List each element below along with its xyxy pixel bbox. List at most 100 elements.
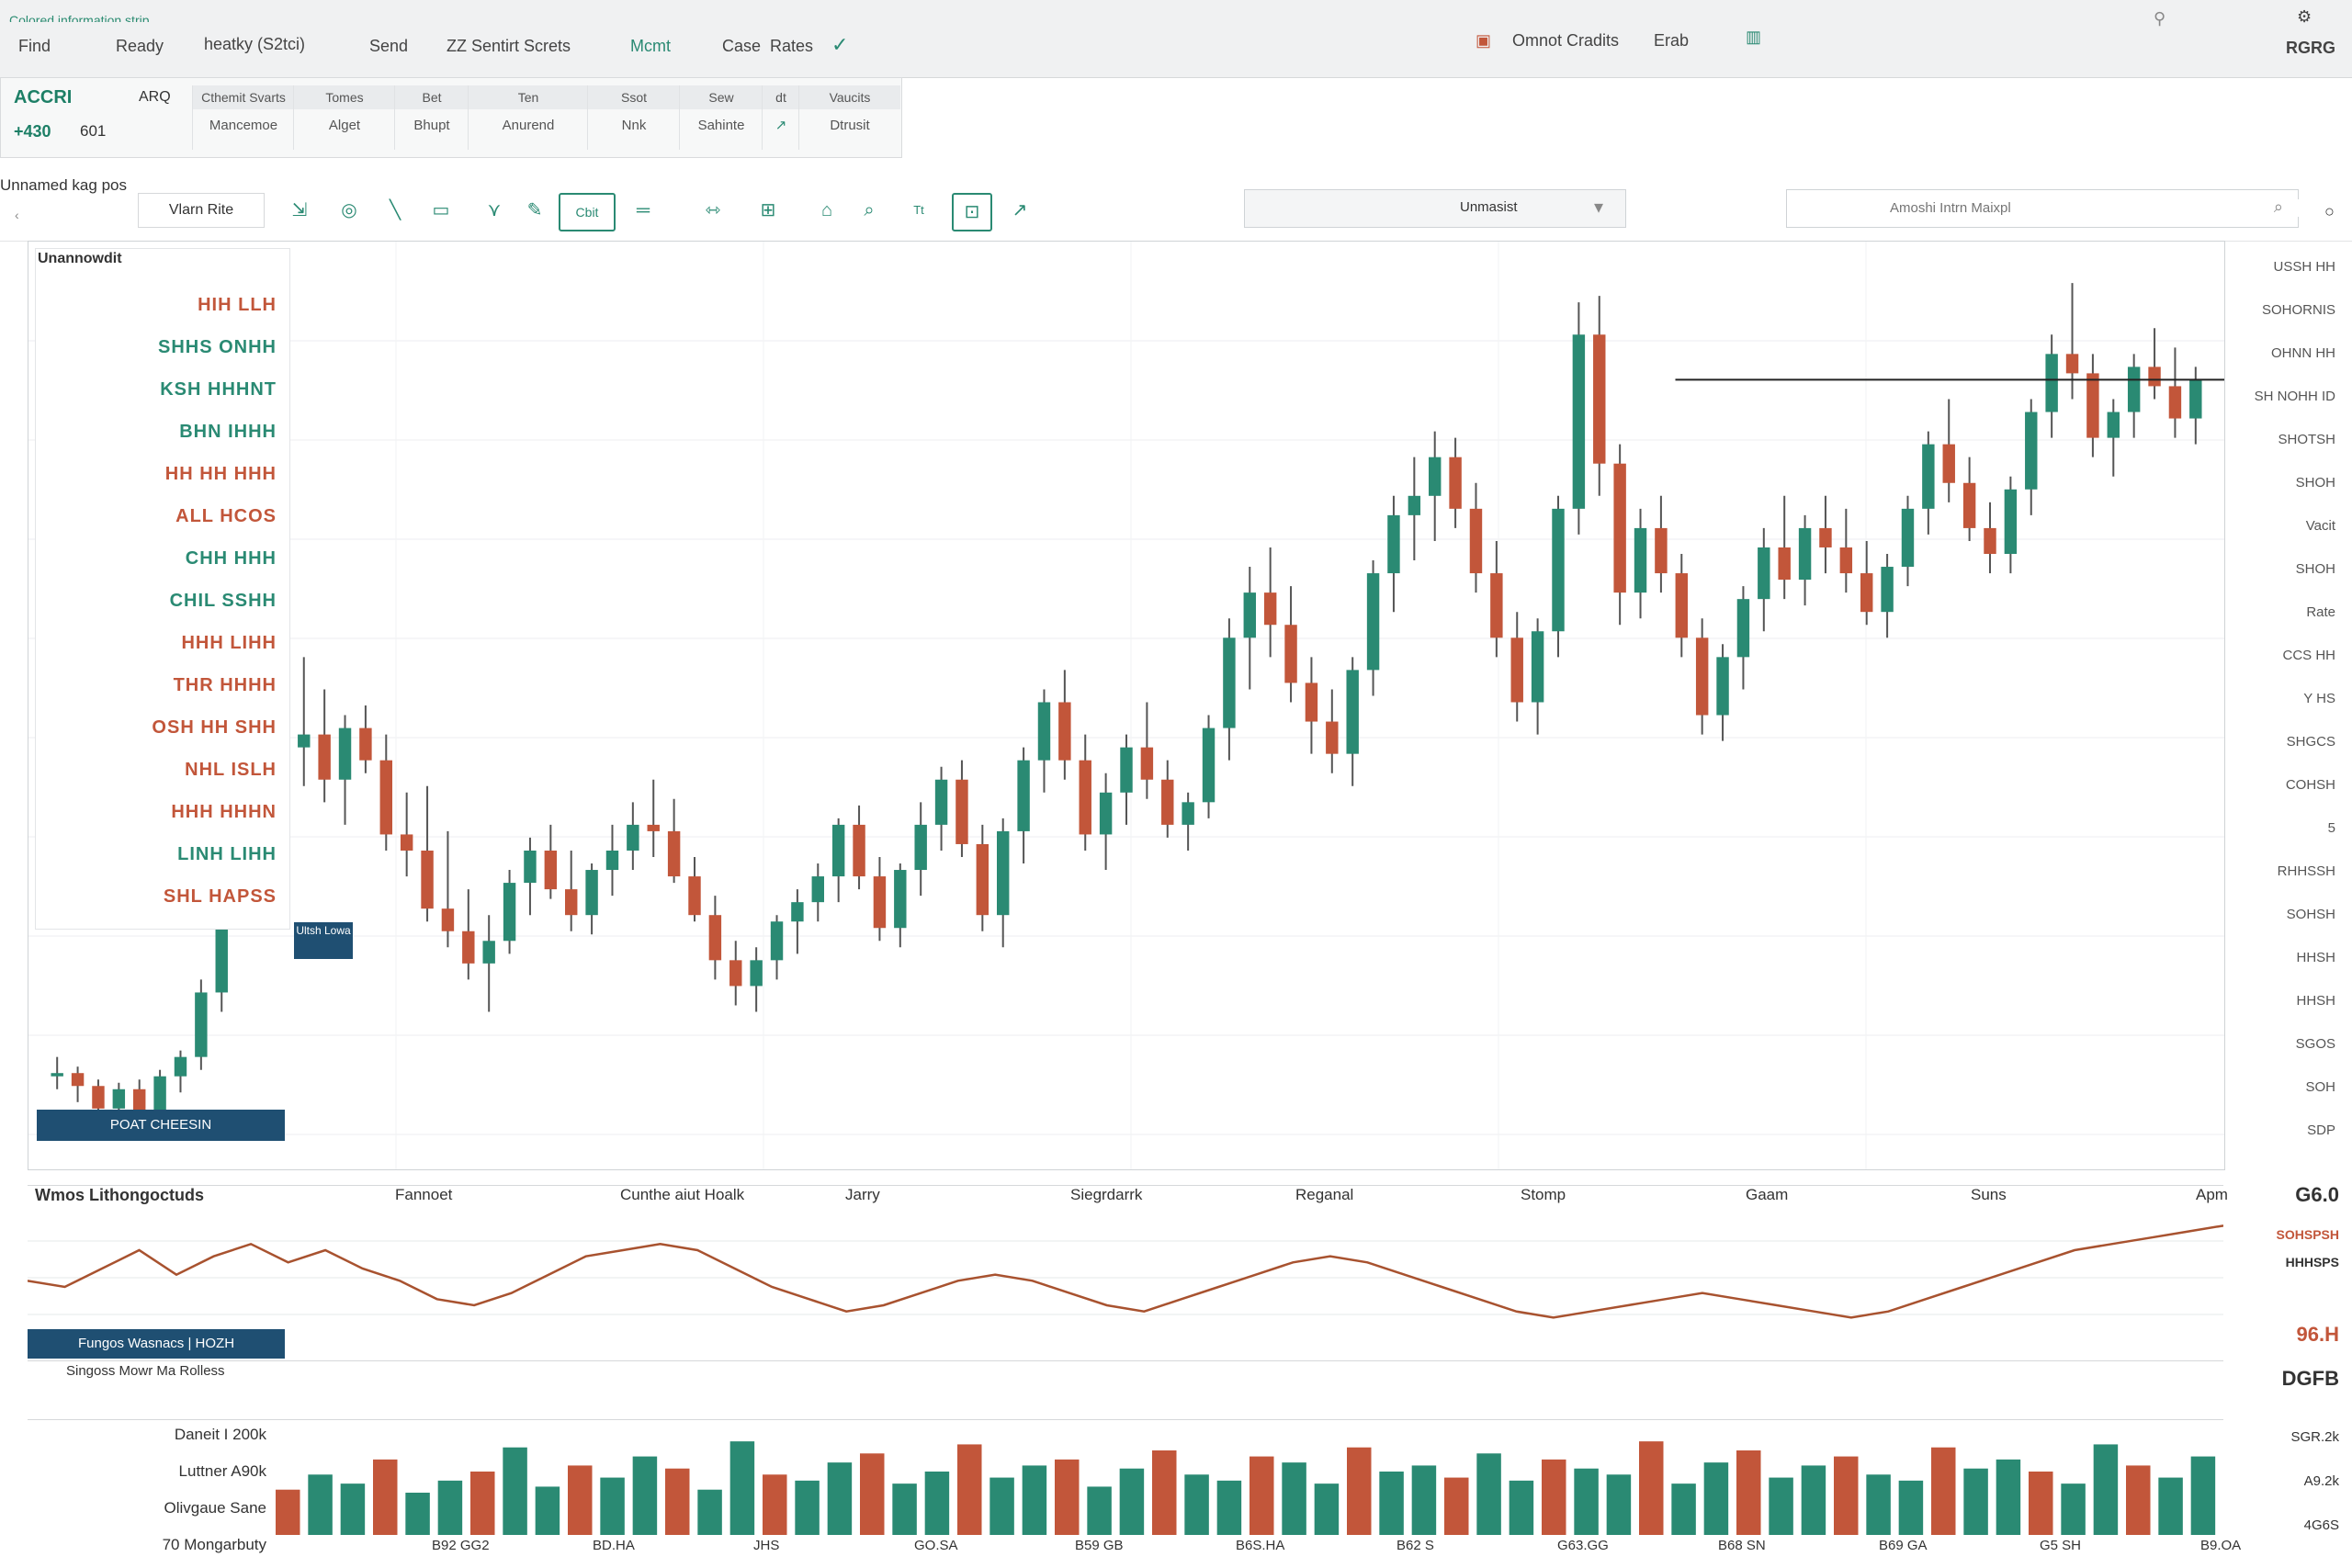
candle-body (2168, 386, 2182, 419)
candle-body (1223, 637, 1236, 728)
indicator-badge[interactable]: Fungos Wasnacs | HOZH (28, 1329, 285, 1359)
menu-mcmt[interactable]: Mcmt (630, 37, 671, 56)
candle-body (1798, 527, 1812, 581)
candlestick-chart[interactable] (28, 242, 2224, 1169)
collapse-icon[interactable]: ‹ (15, 208, 19, 222)
indicator-badge-left: Fungos Wasnacs (77, 1336, 185, 1351)
magnet-icon[interactable]: ⌕ (851, 193, 888, 228)
active-tool-button[interactable]: Cbit (559, 193, 616, 231)
crosshair-icon[interactable]: ◎ (331, 193, 368, 228)
candle-body (379, 760, 392, 835)
arrow-icon[interactable]: ↗ (1001, 193, 1038, 228)
candle-body (1490, 573, 1503, 638)
zoom-in-icon[interactable]: ⊞ (750, 193, 786, 228)
center-num[interactable]: Erab (1654, 31, 1689, 51)
menu-send[interactable]: Send (369, 37, 408, 56)
center-label[interactable]: Omnot Cradits (1512, 31, 1619, 51)
menu-find[interactable]: Find (18, 37, 51, 56)
indicator-line-chart (28, 1224, 2223, 1319)
menu-rates[interactable]: Rates (770, 37, 813, 56)
candle-body (1510, 637, 1523, 703)
menu-heatky[interactable]: heatky (S2tci) (204, 35, 305, 54)
volume-bar (1606, 1474, 1632, 1535)
symbol-search[interactable]: ⌕ (1786, 189, 2314, 228)
pin-icon[interactable]: ⚲ (2154, 9, 2165, 28)
search-input[interactable] (1888, 199, 2314, 217)
quote-col-6: dt ↗ (762, 85, 799, 150)
quote-col-0: Cthemit Svarts Mancemoe (192, 85, 294, 150)
pencil-icon[interactable]: ✎ (516, 193, 553, 228)
candle-body (1058, 702, 1071, 761)
candle-body (750, 960, 763, 987)
main-chart-area[interactable] (28, 241, 2225, 1170)
candle-body (338, 728, 352, 780)
candle-body (688, 876, 701, 916)
candle-body (1263, 592, 1277, 626)
volume-pane[interactable]: Daneit I 200k Luttner A90k Olivgaue Sane 70… (28, 1419, 2241, 1558)
volume-bar (1671, 1483, 1696, 1535)
volume-xtick: B59 GB (1075, 1538, 1124, 1553)
trend-line-icon[interactable]: ╲ (377, 193, 413, 228)
measure-icon[interactable]: ⇿ (695, 193, 731, 228)
menu-ready[interactable]: Ready (116, 37, 164, 56)
volume-bar (340, 1483, 366, 1535)
candle-body (831, 824, 845, 877)
settings-icon[interactable]: ⚙ (2297, 7, 2312, 27)
quote-col-1: Tomes Alget (293, 85, 395, 150)
candle-body (1984, 527, 1996, 554)
candle-body (605, 850, 619, 871)
bottom-badge[interactable]: POAT CHEESIN (37, 1110, 285, 1141)
quote-panel: ACCRI ARQ +430 601 Cthemit Svarts Mancemo… (0, 77, 902, 158)
volume-bar (405, 1493, 430, 1535)
candle-body (2086, 373, 2099, 438)
candle-body (1449, 457, 1462, 509)
volume-bar (1119, 1468, 1145, 1535)
indicator-label: Fannoet (395, 1186, 453, 1203)
drag-icon[interactable]: ⇲ (281, 193, 318, 228)
symbol[interactable]: ACCRI (14, 87, 72, 108)
volume-bar (276, 1489, 300, 1535)
volume-bar (1931, 1447, 1956, 1535)
indicator-label: Jarry (845, 1186, 880, 1203)
fib-icon[interactable]: ⋎ (476, 193, 513, 228)
indicator-pane[interactable]: Wmos Lithongoctuds Fannoet Cunthe aiut Ho… (28, 1185, 2228, 1361)
volume-bar (2126, 1465, 2151, 1535)
volume-bar (924, 1472, 950, 1535)
chart-icon[interactable]: ▥ (1746, 28, 1761, 47)
candle-body (1346, 670, 1359, 754)
menu-sentirt[interactable]: ZZ Sentirt Screts (447, 37, 571, 56)
tab-view[interactable]: Vlarn Rite (138, 193, 265, 228)
folder-icon[interactable]: ▣ (1476, 31, 1491, 51)
circle-icon[interactable]: ○ (2324, 202, 2335, 221)
volume-xtick: B69 GA (1879, 1538, 1928, 1553)
candle-body (894, 870, 907, 929)
volume-bar (1476, 1453, 1501, 1535)
legend-row: SHHS ONHH (157, 337, 277, 357)
volume-bar (1542, 1459, 1566, 1535)
indicator-note: Singoss Mowr Ma Rolless (66, 1363, 225, 1379)
search-icon[interactable]: ⌕ (2274, 197, 2283, 217)
ruler-icon[interactable]: ═ (625, 193, 662, 228)
rect-icon[interactable]: ▭ (423, 193, 459, 228)
brush-icon[interactable]: ⌂ (808, 193, 845, 228)
price-axis[interactable]: USSH HH SOHORNIS OHNN HH SH NOHH ID SHOTSH SH… (2222, 241, 2352, 1168)
timeframe-dropdown[interactable]: Unmasist ▾ (1244, 189, 1626, 228)
account-label[interactable]: RGRG (2286, 39, 2335, 58)
candle-body (914, 824, 927, 871)
indicator-label: Siegrdarrk (1070, 1186, 1143, 1203)
candle-body (565, 889, 578, 916)
text-icon[interactable]: Tt (900, 193, 937, 228)
price-axis-label: SOHORNIS (2261, 302, 2335, 318)
volume-bar (1250, 1456, 1274, 1535)
legend-row: LINH LIHH (177, 844, 277, 864)
indicator-right-value: 96.H (2296, 1323, 2339, 1346)
check-icon[interactable]: ✓ (831, 33, 848, 57)
lock-icon[interactable]: ⊡ (952, 193, 992, 231)
volume-label: 70 Mongarbuty (162, 1536, 266, 1553)
volume-bar (600, 1477, 625, 1535)
quote-value-1: +430 (14, 122, 51, 141)
candle-body (1860, 573, 1873, 613)
volume-bar (860, 1453, 885, 1535)
symbol-sub: ARQ (139, 89, 171, 105)
menu-case[interactable]: Case (722, 37, 761, 56)
